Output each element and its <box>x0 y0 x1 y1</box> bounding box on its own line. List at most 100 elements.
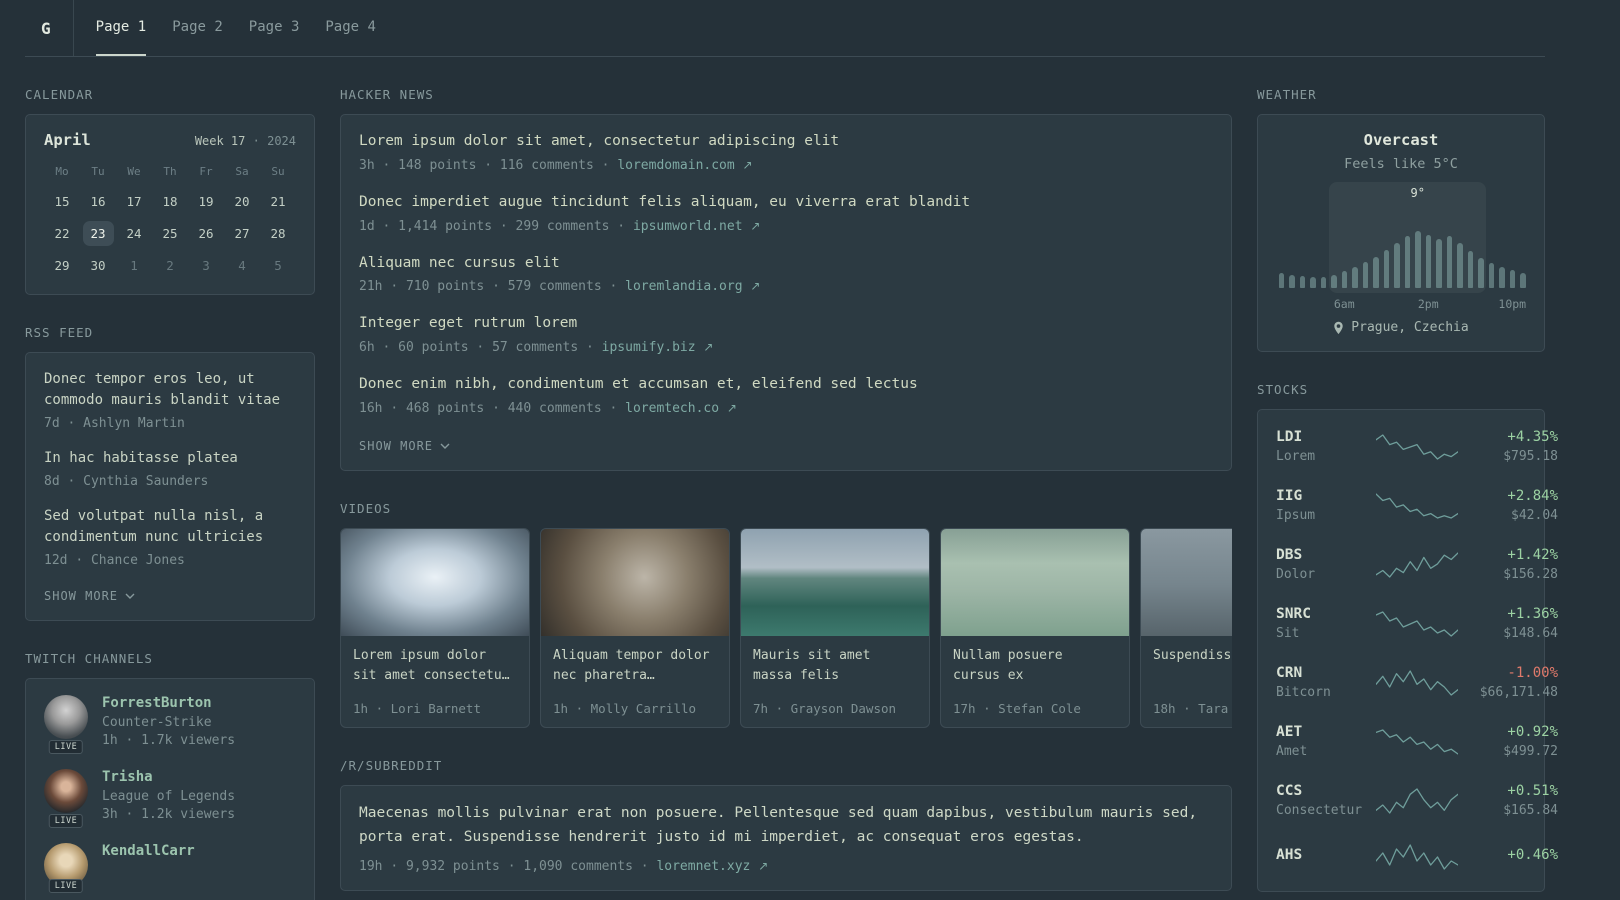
comments-link[interactable]: 1,090 comments <box>523 859 633 874</box>
news-item-title[interactable]: Donec enim nibh, condimentum et accumsan… <box>359 374 1213 396</box>
domain-link[interactable]: loremdomain.com <box>617 158 734 173</box>
stock-symbol[interactable]: LDI <box>1276 429 1368 445</box>
channel-name[interactable]: ForrestBurton <box>102 695 235 711</box>
stock-symbol[interactable]: CRN <box>1276 665 1368 681</box>
channel-name[interactable]: Trisha <box>102 769 235 785</box>
stock-price: $165.84 <box>1503 803 1558 818</box>
channel-avatar[interactable] <box>44 769 88 813</box>
calendar-day-selected: 23 <box>82 221 114 246</box>
hackernews-section-title: HACKER NEWS <box>340 87 434 102</box>
separator: · <box>507 858 516 874</box>
reddit-post-title[interactable]: Maecenas mollis pulvinar erat non posuer… <box>359 802 1213 850</box>
stock-symbol[interactable]: CCS <box>1276 783 1368 799</box>
video-thumbnail[interactable] <box>741 528 929 636</box>
stock-row: LDI Lorem +4.35% $795.18 <box>1274 417 1558 476</box>
stock-name: Consectetur <box>1276 803 1363 818</box>
post-points: 9,932 points <box>405 858 500 874</box>
stock-symbol[interactable]: DBS <box>1276 547 1368 563</box>
temperature-bar <box>1436 239 1442 288</box>
video-age: 1h <box>553 700 569 716</box>
domain-link[interactable]: loremlandia.org <box>625 279 742 294</box>
domain-link[interactable]: loremtech.co <box>625 401 719 416</box>
separator: · <box>67 474 76 489</box>
stream-age: 3h <box>102 807 118 822</box>
stock-sparkline <box>1376 727 1458 757</box>
external-link-icon: ↗ <box>726 400 737 415</box>
video-title[interactable]: Aliquam tempor dolor nec pharetra… <box>541 636 729 686</box>
video-author[interactable]: Stefan Cole <box>998 701 1081 716</box>
rss-item-title[interactable]: Sed volutpat nulla nisl, a condimentum n… <box>44 506 296 548</box>
separator: · <box>609 400 618 416</box>
external-link-icon: ↗ <box>750 279 761 294</box>
comments-link[interactable]: 440 comments <box>508 401 602 416</box>
stock-symbol[interactable]: SNRC <box>1276 606 1368 622</box>
separator: · <box>476 340 485 355</box>
news-item: Lorem ipsum dolor sit amet, consectetur … <box>359 131 1213 173</box>
news-item-title[interactable]: Aliquam nec cursus elit <box>359 253 1213 275</box>
comments-link[interactable]: 116 comments <box>500 158 594 173</box>
stock-symbol[interactable]: AHS <box>1276 847 1368 863</box>
channel-game[interactable]: League of Legends <box>102 789 235 804</box>
domain-link[interactable]: loremnet.xyz <box>656 859 750 874</box>
video-author[interactable]: Molly Carrillo <box>591 701 696 716</box>
weather-chart: 9° 6am 2pm 10pm <box>1276 182 1528 311</box>
comments-link[interactable]: 299 comments <box>516 219 610 234</box>
stock-sparkline <box>1376 550 1458 580</box>
calendar-day-other-month: 2 <box>166 258 174 273</box>
video-author[interactable]: Lori Barnett <box>391 701 481 716</box>
channel-avatar[interactable] <box>44 695 88 739</box>
news-item-title[interactable]: Integer eget rutrum lorem <box>359 313 1213 335</box>
tab-page-3[interactable]: Page 3 <box>249 0 300 56</box>
video-title[interactable]: Nullam posuere cursus ex <box>941 636 1129 686</box>
rss-item-title[interactable]: In hac habitasse platea <box>44 448 296 469</box>
app-logo: G <box>25 0 74 56</box>
stock-sparkline <box>1376 842 1458 872</box>
stock-symbol[interactable]: IIG <box>1276 488 1368 504</box>
subreddit-section-title[interactable]: /R/SUBREDDIT <box>340 758 1232 773</box>
separator: · <box>252 134 260 148</box>
video-thumbnail[interactable] <box>541 528 729 636</box>
video-title[interactable]: Suspendisse diam <box>1141 636 1232 666</box>
news-item-title[interactable]: Lorem ipsum dolor sit amet, consectetur … <box>359 131 1213 153</box>
hackernews-show-more-button[interactable]: SHOW MORE <box>359 439 450 453</box>
rss-item-title[interactable]: Donec tempor eros leo, ut commodo mauris… <box>44 369 296 411</box>
stock-price: $66,171.48 <box>1479 685 1558 700</box>
comments-link[interactable]: 579 comments <box>508 279 602 294</box>
video-title[interactable]: Mauris sit amet massa felis <box>741 636 929 686</box>
video-thumbnail[interactable] <box>941 528 1129 636</box>
temperature-bar <box>1488 263 1494 288</box>
domain-link[interactable]: ipsumify.biz <box>602 340 696 355</box>
stock-symbol[interactable]: AET <box>1276 724 1368 740</box>
news-item-title[interactable]: Donec imperdiet augue tincidunt felis al… <box>359 192 1213 214</box>
separator: · <box>586 340 594 355</box>
video-thumbnail[interactable] <box>1141 528 1232 636</box>
axis-label: 6am <box>1333 297 1355 311</box>
external-link-icon: ↗ <box>742 157 753 172</box>
hackernews-card: Lorem ipsum dolor sit amet, consectetur … <box>340 114 1232 471</box>
channel-name[interactable]: KendallCarr <box>102 843 195 859</box>
video-author[interactable]: Grayson Dawson <box>791 701 896 716</box>
temperature-bar <box>1278 273 1284 288</box>
video-thumbnail[interactable] <box>341 528 529 636</box>
rss-show-more-button[interactable]: SHOW MORE <box>44 589 135 603</box>
weather-location: Prague, Czechia <box>1351 320 1469 335</box>
left-column: CALENDAR April Week 17 · 2024 Mo Tu We T… <box>25 87 315 900</box>
stock-sparkline <box>1376 609 1458 639</box>
stock-price: $42.04 <box>1511 508 1558 523</box>
tab-page-4[interactable]: Page 4 <box>325 0 376 56</box>
item-age: 6h <box>359 340 375 355</box>
tab-page-1[interactable]: Page 1 <box>95 0 147 56</box>
channel-game[interactable]: Counter-Strike <box>102 715 235 730</box>
tab-page-2[interactable]: Page 2 <box>172 0 223 56</box>
hackernews-widget: HACKER NEWS Lorem ipsum dolor sit amet, … <box>340 87 1232 471</box>
domain-link[interactable]: ipsumworld.net <box>633 219 743 234</box>
video-title[interactable]: Lorem ipsum dolor sit amet consectetu… <box>341 636 529 686</box>
stock-change: +1.36% <box>1507 606 1558 622</box>
rss-widget: RSS FEED Donec tempor eros leo, ut commo… <box>25 325 315 621</box>
separator: · <box>125 733 134 748</box>
video-author[interactable]: Tara <box>1198 701 1228 716</box>
weather-condition: Overcast <box>1363 131 1439 149</box>
stock-row: AHS +0.46% <box>1274 830 1558 884</box>
twitch-channel: LIVE ForrestBurton Counter-Strike 1h · 1… <box>44 695 296 754</box>
comments-link[interactable]: 57 comments <box>492 340 578 355</box>
